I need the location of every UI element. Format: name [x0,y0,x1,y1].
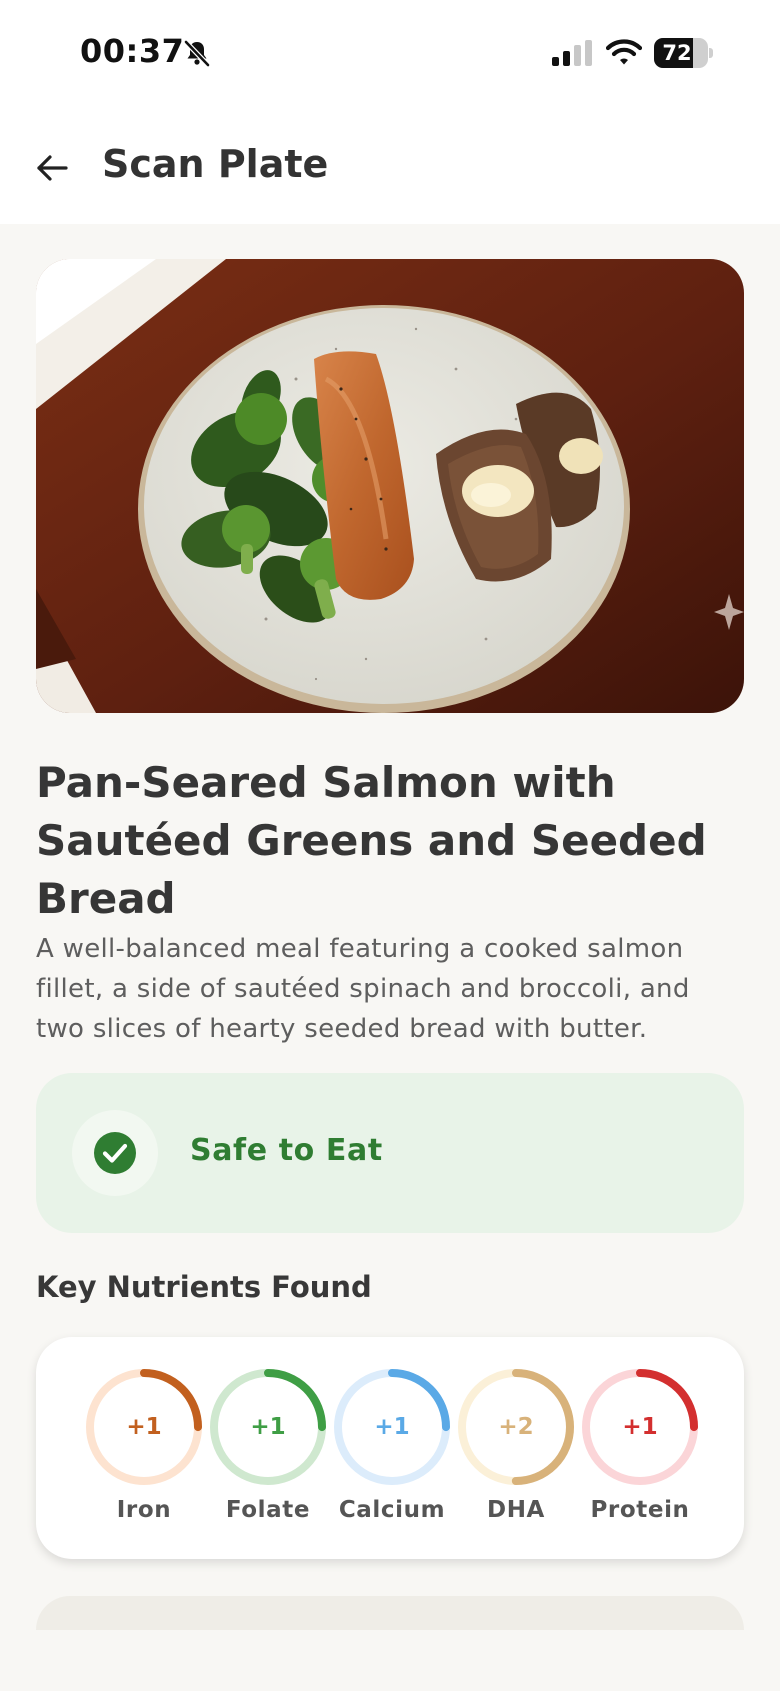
page-title: Scan Plate [102,142,329,186]
nutrient-label: Folate [225,1497,311,1523]
safety-status-card: Safe to Eat [36,1073,744,1233]
nutrient-calcium[interactable]: +1 Calcium [330,1365,454,1545]
nutrient-value: +1 [622,1414,658,1440]
nutrient-label: Iron [116,1497,172,1523]
nutrient-value: +1 [374,1414,410,1440]
bell-slash-icon [184,40,210,67]
nutrient-value: +1 [250,1414,286,1440]
nutrient-dha[interactable]: +2 DHA [454,1365,578,1545]
wifi-icon [606,39,642,65]
back-button[interactable] [28,144,76,192]
nutrients-card: +1 Iron +1 Folate +1 Calcium +2 DHA +1 P… [36,1337,744,1559]
nutrient-label: DHA [487,1497,545,1523]
nutrient-label: Calcium [338,1497,446,1523]
signal-icon [552,40,592,66]
back-arrow-icon [37,155,68,181]
meal-photo [36,259,744,713]
battery-level: 72 [662,41,692,65]
next-section-card [36,1596,744,1630]
app-header: Scan Plate [0,108,780,224]
battery-icon: 72 [654,38,713,68]
meal-description: A well-balanced meal featuring a cooked … [36,934,690,1044]
nutrient-value: +2 [498,1414,534,1440]
nutrient-label: Protein [590,1497,690,1523]
safety-status-label: Safe to Eat [190,1133,383,1168]
meal-title: Pan-Seared Salmon with Sautéed Greens an… [36,758,707,923]
check-circle-icon [94,1132,136,1174]
nutrient-iron[interactable]: +1 Iron [82,1365,206,1545]
nutrient-protein[interactable]: +1 Protein [578,1365,702,1545]
nutrient-folate[interactable]: +1 Folate [206,1365,330,1545]
nutrient-value: +1 [126,1414,162,1440]
status-bar: 00:37 72 [0,0,780,108]
nutrients-section-title: Key Nutrients Found [36,1270,372,1304]
safety-icon-container [72,1110,158,1196]
status-time: 00:37 [80,32,185,70]
